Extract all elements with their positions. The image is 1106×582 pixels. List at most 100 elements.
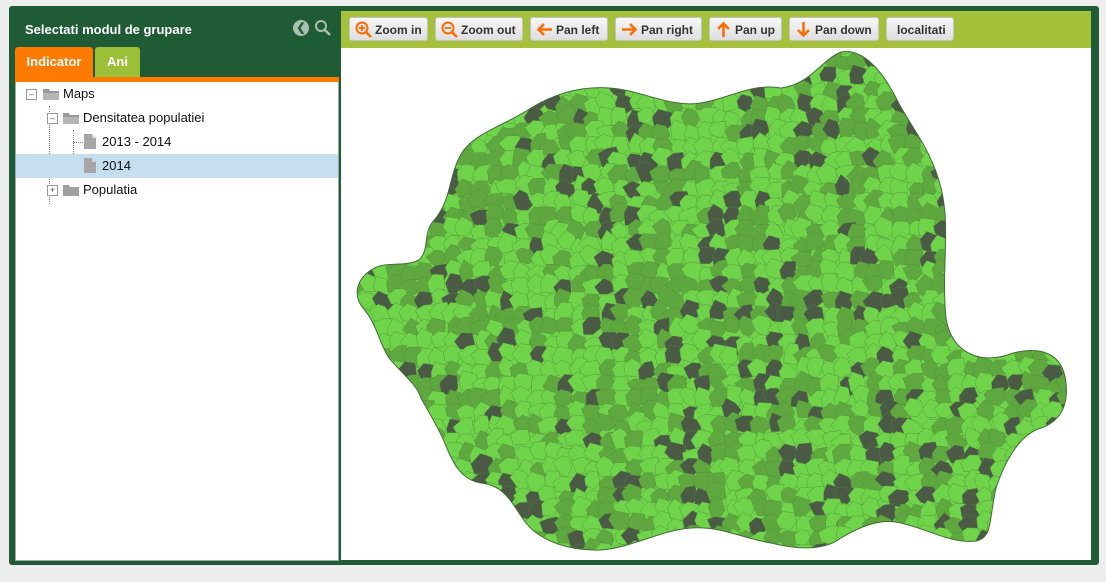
map-region[interactable] bbox=[1075, 83, 1091, 100]
map-region[interactable] bbox=[877, 529, 896, 550]
map-region[interactable] bbox=[372, 385, 395, 406]
map-region[interactable] bbox=[973, 216, 993, 238]
map-region[interactable] bbox=[1006, 119, 1028, 145]
map-region[interactable] bbox=[357, 358, 377, 381]
map-region[interactable] bbox=[1073, 136, 1092, 153]
map-region[interactable] bbox=[1027, 248, 1051, 270]
map-region[interactable] bbox=[445, 527, 466, 549]
map-region[interactable] bbox=[425, 514, 450, 532]
map-region[interactable] bbox=[917, 96, 939, 114]
map-region[interactable] bbox=[341, 322, 353, 338]
map-region[interactable] bbox=[580, 52, 600, 75]
map-region[interactable] bbox=[369, 151, 393, 174]
map-region[interactable] bbox=[347, 248, 365, 270]
map-region[interactable] bbox=[428, 52, 452, 73]
map-region[interactable] bbox=[361, 95, 382, 113]
map-region[interactable] bbox=[1060, 132, 1083, 155]
map-region[interactable] bbox=[933, 109, 953, 132]
map-region[interactable] bbox=[972, 92, 992, 111]
map-region[interactable] bbox=[1028, 257, 1049, 281]
map-region[interactable] bbox=[1074, 236, 1091, 254]
map-region[interactable] bbox=[948, 150, 972, 169]
map-region[interactable] bbox=[597, 48, 620, 57]
map-region[interactable] bbox=[514, 65, 537, 86]
map-region[interactable] bbox=[1046, 175, 1066, 197]
map-region[interactable] bbox=[376, 399, 397, 422]
map-region[interactable] bbox=[807, 48, 830, 58]
map-region[interactable] bbox=[974, 265, 997, 283]
map-region[interactable] bbox=[921, 49, 941, 71]
map-region[interactable] bbox=[341, 263, 354, 282]
map-region[interactable] bbox=[1013, 208, 1034, 228]
map-region[interactable] bbox=[989, 163, 1009, 183]
map-region[interactable] bbox=[635, 64, 660, 85]
map-region[interactable] bbox=[748, 51, 769, 72]
map-region[interactable] bbox=[1032, 454, 1052, 478]
map-region[interactable] bbox=[453, 48, 473, 58]
map-region[interactable] bbox=[1061, 162, 1080, 182]
map-region[interactable] bbox=[943, 65, 966, 86]
map-region[interactable] bbox=[1042, 429, 1065, 453]
map-region[interactable] bbox=[929, 540, 952, 560]
map-region[interactable] bbox=[1016, 216, 1035, 237]
pan-right-button[interactable]: Pan right bbox=[615, 17, 702, 41]
map-region[interactable] bbox=[917, 82, 937, 104]
map-region[interactable] bbox=[472, 482, 492, 503]
map-region[interactable] bbox=[1016, 260, 1038, 285]
map-region[interactable] bbox=[642, 544, 660, 560]
map-region[interactable] bbox=[699, 54, 716, 74]
map-region[interactable] bbox=[482, 529, 505, 551]
map-region[interactable] bbox=[1000, 250, 1022, 271]
map-region[interactable] bbox=[1075, 413, 1092, 431]
map-region[interactable] bbox=[403, 501, 424, 525]
map-region[interactable] bbox=[480, 93, 503, 114]
map-region[interactable] bbox=[386, 76, 404, 96]
map-region[interactable] bbox=[411, 122, 433, 144]
map-region[interactable] bbox=[1040, 218, 1063, 241]
map-region[interactable] bbox=[680, 48, 701, 59]
map-region[interactable] bbox=[418, 55, 438, 74]
map-region[interactable] bbox=[1000, 133, 1020, 156]
map-region[interactable] bbox=[989, 206, 1010, 225]
map-region[interactable] bbox=[472, 50, 493, 71]
map-region[interactable] bbox=[415, 203, 433, 225]
map-region[interactable] bbox=[585, 48, 606, 60]
map-region[interactable] bbox=[500, 83, 519, 104]
map-region[interactable] bbox=[955, 264, 977, 284]
map-region[interactable] bbox=[456, 499, 476, 522]
map-region[interactable] bbox=[1075, 457, 1091, 477]
map-region[interactable] bbox=[1018, 544, 1040, 561]
expand-toggle-icon[interactable]: + bbox=[47, 185, 58, 196]
map-region[interactable] bbox=[341, 277, 351, 297]
map-region[interactable] bbox=[369, 447, 393, 464]
map-region[interactable] bbox=[1015, 48, 1034, 58]
map-region[interactable] bbox=[736, 65, 755, 85]
map-region[interactable] bbox=[985, 81, 1006, 98]
map-region[interactable] bbox=[341, 446, 352, 464]
map-region[interactable] bbox=[343, 540, 366, 560]
map-region[interactable] bbox=[944, 190, 965, 212]
map-region[interactable] bbox=[341, 65, 346, 83]
map-region[interactable] bbox=[343, 133, 363, 156]
map-region[interactable] bbox=[625, 48, 645, 57]
map-region[interactable] bbox=[403, 230, 420, 253]
map-region[interactable] bbox=[963, 292, 982, 313]
map-region[interactable] bbox=[405, 441, 426, 462]
map-region[interactable] bbox=[341, 306, 353, 324]
map-region[interactable] bbox=[375, 370, 392, 391]
map-region[interactable] bbox=[343, 387, 361, 408]
map-region[interactable] bbox=[427, 499, 450, 519]
map-region[interactable] bbox=[498, 48, 519, 55]
map-region[interactable] bbox=[946, 233, 967, 251]
map-region[interactable] bbox=[341, 475, 353, 495]
map-region[interactable] bbox=[1076, 332, 1091, 349]
map-region[interactable] bbox=[780, 51, 800, 72]
map-region[interactable] bbox=[341, 532, 352, 552]
map-region[interactable] bbox=[403, 456, 424, 478]
map-region[interactable] bbox=[398, 77, 420, 98]
map-region[interactable] bbox=[904, 541, 925, 560]
map-region[interactable] bbox=[1030, 527, 1053, 550]
map-region[interactable] bbox=[976, 83, 995, 105]
map-region[interactable] bbox=[391, 499, 410, 519]
map-region[interactable] bbox=[1032, 446, 1054, 467]
